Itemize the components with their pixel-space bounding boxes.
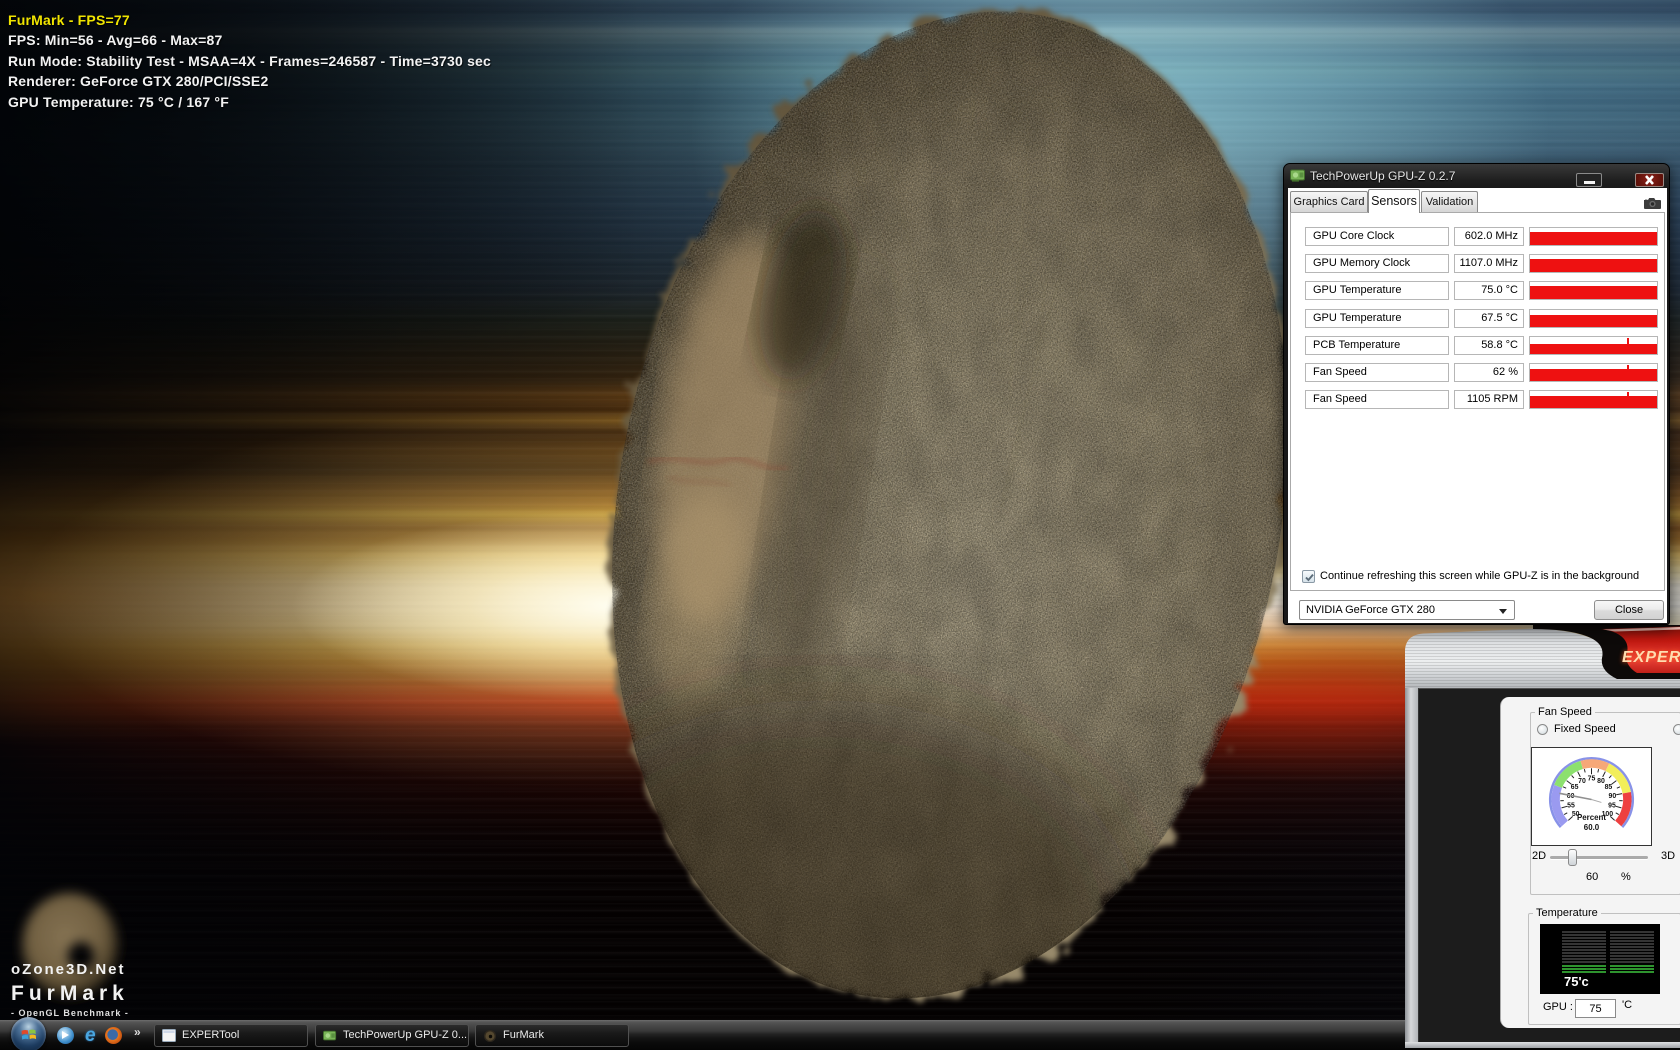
svg-text:EXPER: EXPER bbox=[1622, 649, 1680, 666]
svg-text:60.0: 60.0 bbox=[1584, 823, 1600, 832]
svg-text:55: 55 bbox=[1567, 803, 1575, 810]
svg-text:75: 75 bbox=[1588, 776, 1596, 783]
svg-text:65: 65 bbox=[1571, 784, 1579, 791]
svg-text:85: 85 bbox=[1605, 784, 1613, 791]
svg-text:Percent: Percent bbox=[1577, 813, 1606, 822]
svg-text:90: 90 bbox=[1609, 793, 1617, 800]
svg-text:95: 95 bbox=[1608, 803, 1616, 810]
svg-text:70: 70 bbox=[1578, 778, 1586, 785]
svg-text:75'c: 75'c bbox=[1564, 974, 1589, 989]
